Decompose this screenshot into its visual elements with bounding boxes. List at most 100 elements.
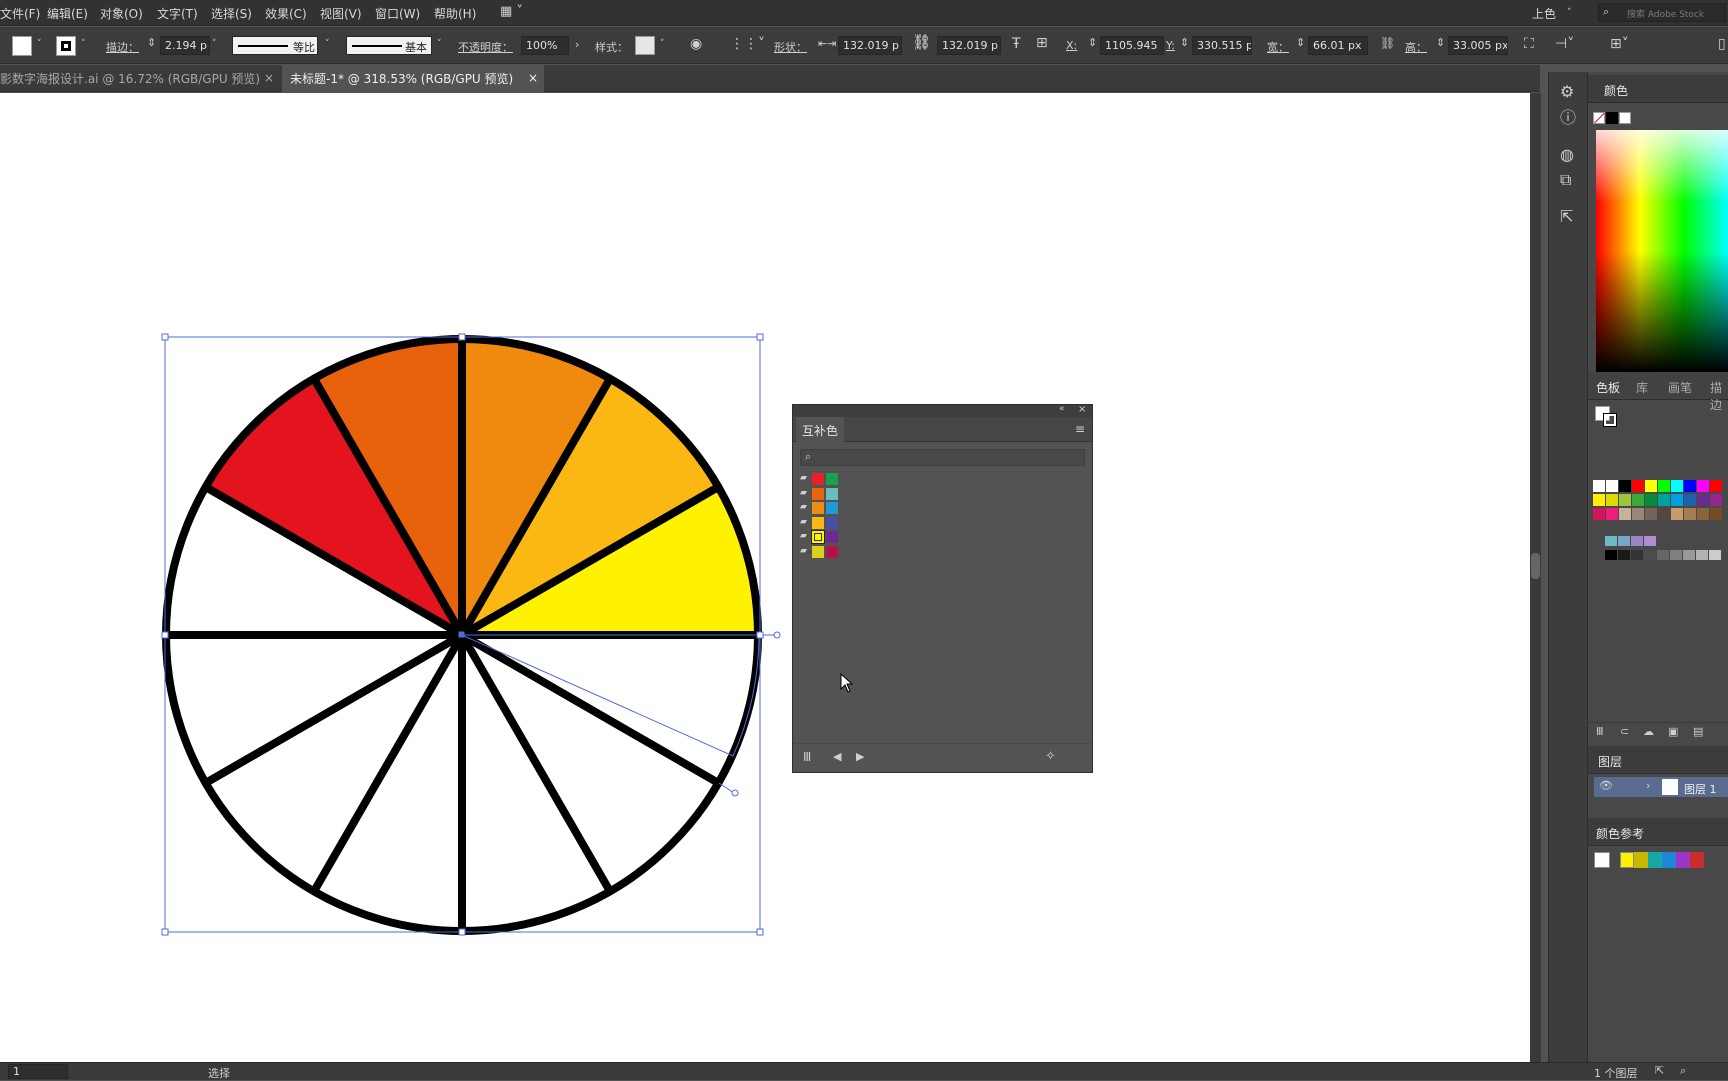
harmony-swatch[interactable]	[812, 516, 824, 529]
stepper-icon[interactable]: ⇕	[1088, 37, 1097, 48]
swatch[interactable]	[1645, 508, 1657, 520]
zoom-field[interactable]: 1	[8, 1064, 68, 1079]
opacity-field[interactable]: 100%	[521, 36, 569, 55]
swatch[interactable]	[1593, 480, 1605, 492]
swatch[interactable]	[1645, 494, 1657, 506]
tab-stroke[interactable]: 描边	[1710, 379, 1728, 413]
tab-libraries[interactable]: 库	[1636, 379, 1648, 396]
transform-panel-icon[interactable]: ⧉	[1560, 172, 1571, 188]
isolate-icon[interactable]: ⊞˅	[1610, 37, 1629, 51]
recolor-artwork-icon[interactable]: ◉	[690, 37, 702, 51]
stroke-indicator[interactable]	[1603, 413, 1617, 427]
artboard-canvas[interactable]: « × 互补色 ≡ ⌕ ▰ ▰ ▰ ▰ ▰ ▰ Ⅲ ◀ ▶ ✧	[0, 93, 1530, 1062]
harmony-swatch[interactable]	[826, 502, 838, 514]
cloud-icon[interactable]: ☁	[1643, 726, 1654, 737]
swatch[interactable]	[1631, 550, 1643, 560]
swatch[interactable]	[1619, 480, 1631, 492]
harmony-group-row[interactable]: ▰	[800, 487, 860, 501]
swatch[interactable]	[1632, 480, 1644, 492]
swatch[interactable]	[1710, 480, 1722, 492]
export-icon[interactable]: ⇱	[1655, 1065, 1664, 1076]
stepper-icon[interactable]: ⇕	[147, 37, 156, 48]
harmony-search-input[interactable]: ⌕	[800, 449, 1085, 466]
visibility-eye-icon[interactable]: 👁	[1599, 780, 1613, 791]
tab-swatches[interactable]: 色板	[1596, 379, 1620, 396]
align-grid-icon[interactable]: ⋮⋮˅	[730, 37, 765, 51]
swatch[interactable]	[1684, 480, 1696, 492]
black-swatch[interactable]	[1606, 112, 1618, 124]
tab-document-2[interactable]: 未标题-1* @ 318.53% (RGB/GPU 预览) ×	[282, 65, 544, 92]
brush-definition[interactable]: 基本	[346, 36, 432, 55]
height-field[interactable]: 33.005 px	[1448, 36, 1508, 55]
swatch[interactable]	[1618, 550, 1630, 560]
swatch[interactable]	[1605, 550, 1617, 560]
info-icon[interactable]: ⓘ	[1560, 110, 1576, 126]
menu-view[interactable]: 视图(V)	[320, 5, 362, 22]
swatch[interactable]	[1697, 494, 1709, 506]
swatch[interactable]	[1618, 536, 1630, 546]
color-guide-swatch[interactable]	[1690, 852, 1704, 868]
white-swatch[interactable]	[1619, 112, 1631, 124]
chevron-down-icon[interactable]: ˅	[325, 39, 330, 49]
harmony-swatch[interactable]	[826, 531, 838, 543]
stroke-swatch[interactable]	[56, 36, 76, 56]
stock-search-box[interactable]: ⌕ 搜索 Adobe Stock	[1598, 3, 1726, 22]
workspace-switcher[interactable]: 上色	[1532, 5, 1556, 22]
swatch[interactable]	[1658, 494, 1670, 506]
canvas-scrollbar[interactable]	[1530, 93, 1541, 1062]
stepper-icon[interactable]: ⇕	[1296, 37, 1305, 48]
panel-menu-icon[interactable]: ▯	[1718, 37, 1726, 51]
stroke-label[interactable]: 描边：	[106, 39, 139, 55]
chevron-down-icon[interactable]: ˅	[81, 39, 86, 49]
close-icon[interactable]: ×	[528, 71, 538, 85]
chevron-down-icon[interactable]: ˅	[660, 39, 665, 49]
harmony-swatch[interactable]	[826, 487, 838, 500]
swatch[interactable]	[1593, 508, 1605, 520]
swatch[interactable]	[1710, 494, 1722, 506]
y-label[interactable]: Y:	[1166, 39, 1175, 52]
close-icon[interactable]: ×	[1078, 405, 1086, 415]
swatch[interactable]	[1606, 480, 1618, 492]
variable-width-profile[interactable]: 等比	[232, 36, 318, 55]
harmony-swatch[interactable]	[826, 473, 838, 485]
swatch[interactable]	[1605, 536, 1617, 546]
swatch[interactable]	[1684, 508, 1696, 520]
swatch[interactable]	[1632, 494, 1644, 506]
fill-swatch[interactable]	[12, 36, 32, 56]
swatch[interactable]	[1697, 508, 1709, 520]
appearance-icon[interactable]: ◍	[1560, 147, 1574, 163]
width-label[interactable]: 宽：	[1267, 39, 1289, 55]
layer-name[interactable]: 图层 1	[1684, 781, 1717, 797]
layer-row[interactable]: 👁 › 图层 1	[1594, 777, 1728, 797]
menu-icon[interactable]: ≡	[1075, 423, 1085, 435]
link-icon[interactable]: ⛓	[912, 35, 931, 50]
color-guide-swatch[interactable]	[1676, 852, 1690, 868]
harmony-swatch[interactable]	[826, 545, 838, 558]
menu-object[interactable]: 对象(O)	[100, 5, 143, 22]
transform-icon[interactable]: ⊞	[1036, 36, 1048, 50]
unlink-icon[interactable]: ⛓	[1380, 37, 1395, 49]
swatch[interactable]	[1606, 494, 1618, 506]
close-icon[interactable]: ×	[264, 71, 274, 85]
swatch[interactable]	[1670, 550, 1682, 560]
color-guide-swatch[interactable]	[1594, 852, 1610, 868]
chevron-down-icon[interactable]: ˅	[437, 39, 442, 49]
swatch[interactable]	[1709, 550, 1721, 560]
swatch[interactable]	[1671, 508, 1683, 520]
color-guide-swatch[interactable]	[1662, 852, 1676, 868]
swatch[interactable]	[1658, 508, 1670, 520]
menu-file[interactable]: 文件(F)	[0, 5, 40, 22]
transform-each-icon[interactable]: ⛶	[1524, 37, 1534, 51]
scrollbar-thumb[interactable]	[1531, 553, 1540, 579]
x-label[interactable]: X:	[1066, 39, 1077, 52]
menu-type[interactable]: 文字(T)	[157, 5, 198, 22]
harmony-group-row[interactable]: ▰	[800, 530, 860, 544]
swatch[interactable]	[1645, 480, 1657, 492]
color-guide-swatch[interactable]	[1620, 852, 1634, 868]
menu-effect[interactable]: 效果(C)	[265, 5, 307, 22]
swatch[interactable]	[1657, 550, 1669, 560]
color-guide-title[interactable]: 颜色参考	[1596, 825, 1644, 842]
library-icon[interactable]: Ⅲ	[803, 751, 811, 763]
tab-document-1[interactable]: 影数字海报设计.ai @ 16.72% (RGB/GPU 预览) ×	[0, 65, 278, 92]
harmony-group-row[interactable]: ▰	[800, 516, 860, 530]
